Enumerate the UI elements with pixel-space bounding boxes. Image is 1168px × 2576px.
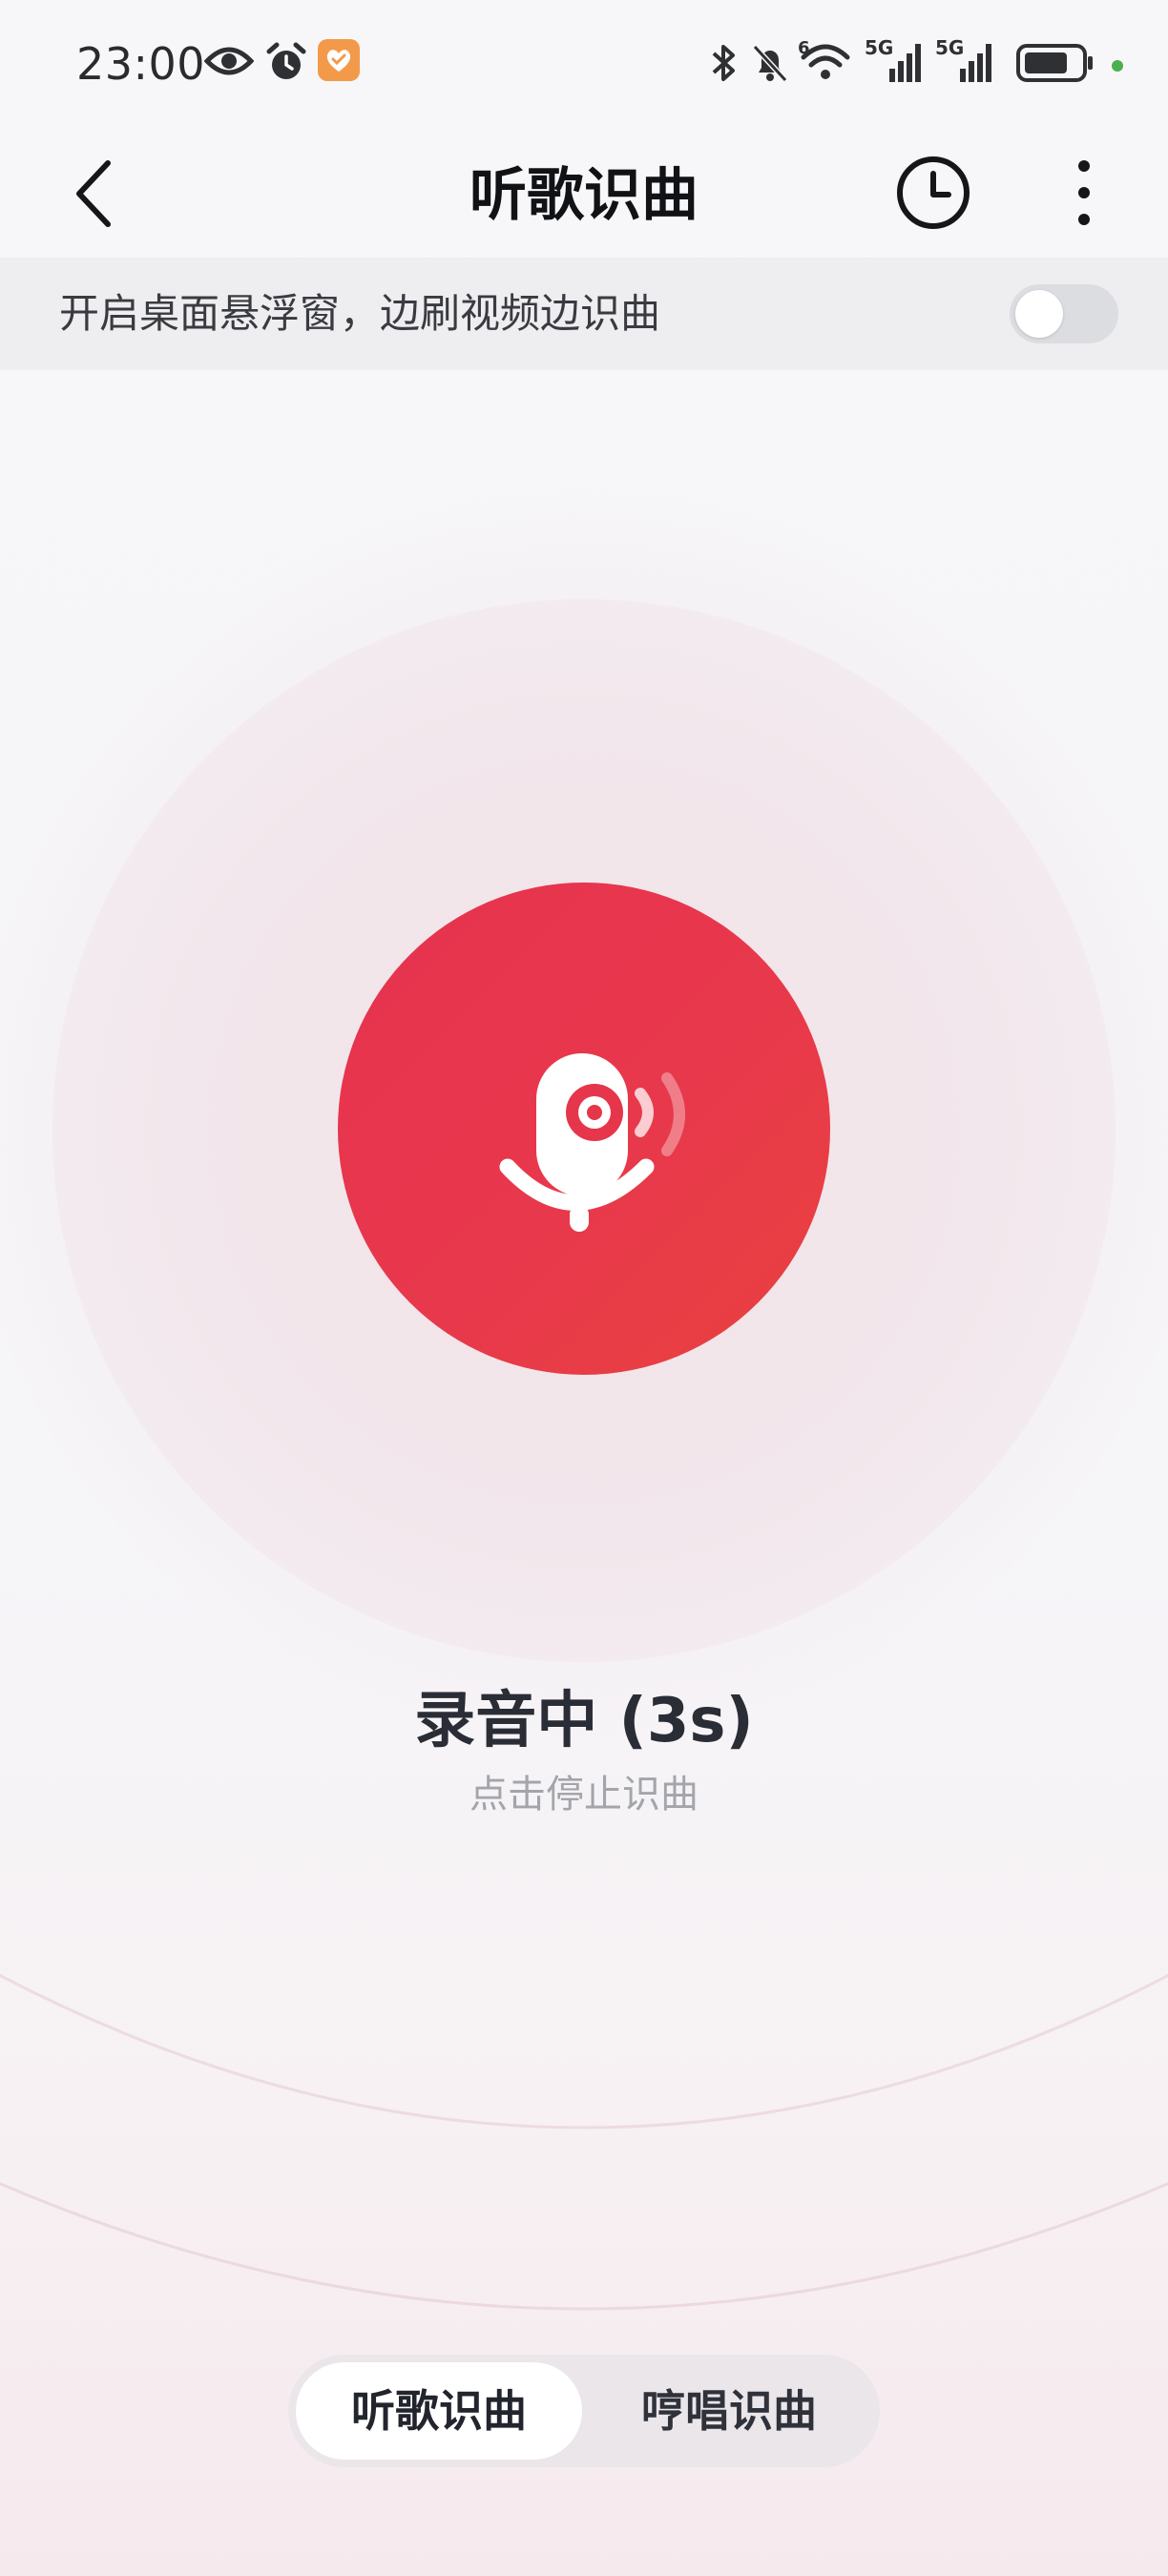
floating-window-text: 开启桌面悬浮窗，边刷视频边识曲 [59,290,661,337]
floating-window-banner: 开启桌面悬浮窗，边刷视频边识曲 [0,258,1168,370]
toggle-knob [1015,290,1063,338]
eye-icon [204,42,254,80]
tab-hum-recognize[interactable]: 哼唱识曲 [586,2362,872,2460]
history-clock-icon [897,156,970,229]
status-time: 23:00 [76,38,206,90]
recognition-mode-switch: 听歌识曲 哼唱识曲 [288,2355,880,2467]
recording-status: 录音中 (3s) [414,1686,754,1756]
history-button[interactable] [889,149,977,237]
bell-off-icon [750,42,790,84]
signal-label: 5G [865,36,894,59]
signal-label: 5G [935,36,965,59]
signal-icon: 5G [935,36,996,86]
floating-window-toggle[interactable] [1010,284,1118,343]
tab-listen-recognize[interactable]: 听歌识曲 [296,2362,582,2460]
more-options-button[interactable] [1050,149,1118,237]
status-bar: 23:00 6 5G 5G [0,0,1168,134]
bluetooth-icon [710,42,739,84]
more-vertical-icon [1078,160,1090,225]
privacy-indicator-icon [1111,59,1124,73]
signal-icon: 5G [865,36,926,86]
wifi-label: 6 [798,38,810,58]
battery-icon [1015,42,1095,84]
page-title: 听歌识曲 [469,162,699,229]
app-header: 听歌识曲 [0,134,1168,258]
wifi-icon: 6 [798,38,853,84]
app-badge-icon [317,38,361,82]
recording-hint: 点击停止识曲 [469,1773,699,1817]
alarm-icon [265,42,307,84]
microphone-sound-icon [499,1053,685,1232]
record-button[interactable] [338,883,830,1375]
background-wave-lines [0,1973,1168,2311]
